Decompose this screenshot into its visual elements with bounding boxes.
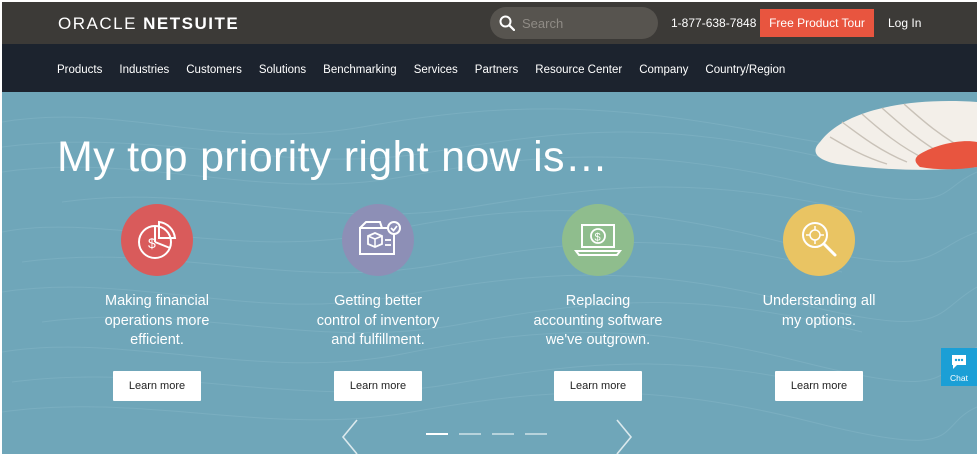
card-label: Replacing accounting software we've outg… [498,292,698,351]
search-input[interactable] [522,13,647,33]
logo-netsuite: NETSUITE [143,14,240,33]
nav-items: Products Industries Customers Solutions … [57,64,802,76]
inventory-box-icon [342,204,414,276]
nav-item-products[interactable]: Products [57,64,102,76]
card-label-line: efficient. [130,332,184,348]
carousel-next-arrow-icon[interactable] [614,418,634,454]
carousel-indicators [426,433,558,435]
learn-more-button[interactable]: Learn more [334,371,422,401]
nav-item-services[interactable]: Services [414,64,458,76]
carousel-prev-arrow-icon[interactable] [340,418,360,454]
login-link[interactable]: Log In [888,16,921,30]
carousel-dot[interactable] [525,433,547,435]
laptop-dollar-icon: $ [562,204,634,276]
carousel-dot[interactable] [426,433,448,435]
nav-item-solutions[interactable]: Solutions [259,64,306,76]
oracle-netsuite-logo[interactable]: ORACLE NETSUITE [58,14,239,34]
svg-text:$: $ [595,232,601,244]
card-label-line: we've outgrown. [545,332,651,348]
card-label: Getting better control of inventory and … [278,292,478,351]
carousel-dot[interactable] [459,433,481,435]
card-label-line: Making financial [105,293,209,309]
card-label-line: and fulfillment. [331,332,425,348]
card-label-line: accounting software [533,312,663,329]
learn-more-button[interactable]: Learn more [113,371,201,401]
chat-bubble-icon [952,355,966,369]
card-label-line: Understanding all [762,293,876,309]
decorative-shape [815,101,977,170]
card-label: Understanding all my options. [719,292,919,331]
nav-item-industries[interactable]: Industries [119,64,169,76]
carousel-dot[interactable] [492,433,514,435]
page: ORACLE NETSUITE 1-877-638-7848 Free Prod… [2,2,977,454]
search-icon[interactable] [499,15,515,31]
chat-label: Chat [950,373,968,383]
hero-headline: My top priority right now is… [57,133,609,181]
magnifier-target-icon [783,204,855,276]
card-label-line: Getting better [334,293,422,309]
chat-button[interactable]: Chat [941,348,977,386]
nav-item-customers[interactable]: Customers [186,64,242,76]
hero-carousel: My top priority right now is… $ Making f… [2,92,977,454]
card-label-line: my options. [781,312,857,329]
financial-chart-icon: $ [121,204,193,276]
top-bar: ORACLE NETSUITE 1-877-638-7848 Free Prod… [2,2,977,44]
free-product-tour-button[interactable]: Free Product Tour [760,9,874,37]
phone-number[interactable]: 1-877-638-7848 [671,16,756,30]
learn-more-button[interactable]: Learn more [554,371,642,401]
card-label-line: control of inventory [316,312,440,329]
svg-text:$: $ [148,235,156,251]
nav-item-company[interactable]: Company [639,64,688,76]
main-nav: Products Industries Customers Solutions … [2,44,977,92]
search-box[interactable] [490,7,658,39]
learn-more-button[interactable]: Learn more [775,371,863,401]
nav-item-country-region[interactable]: Country/Region [705,64,785,76]
card-label-line: operations more [104,312,210,329]
card-label: Making financial operations more efficie… [57,292,257,351]
card-label-line: Replacing [565,293,631,309]
nav-item-partners[interactable]: Partners [475,64,518,76]
nav-item-benchmarking[interactable]: Benchmarking [323,64,397,76]
nav-item-resource-center[interactable]: Resource Center [535,64,622,76]
logo-oracle: ORACLE [58,14,137,33]
